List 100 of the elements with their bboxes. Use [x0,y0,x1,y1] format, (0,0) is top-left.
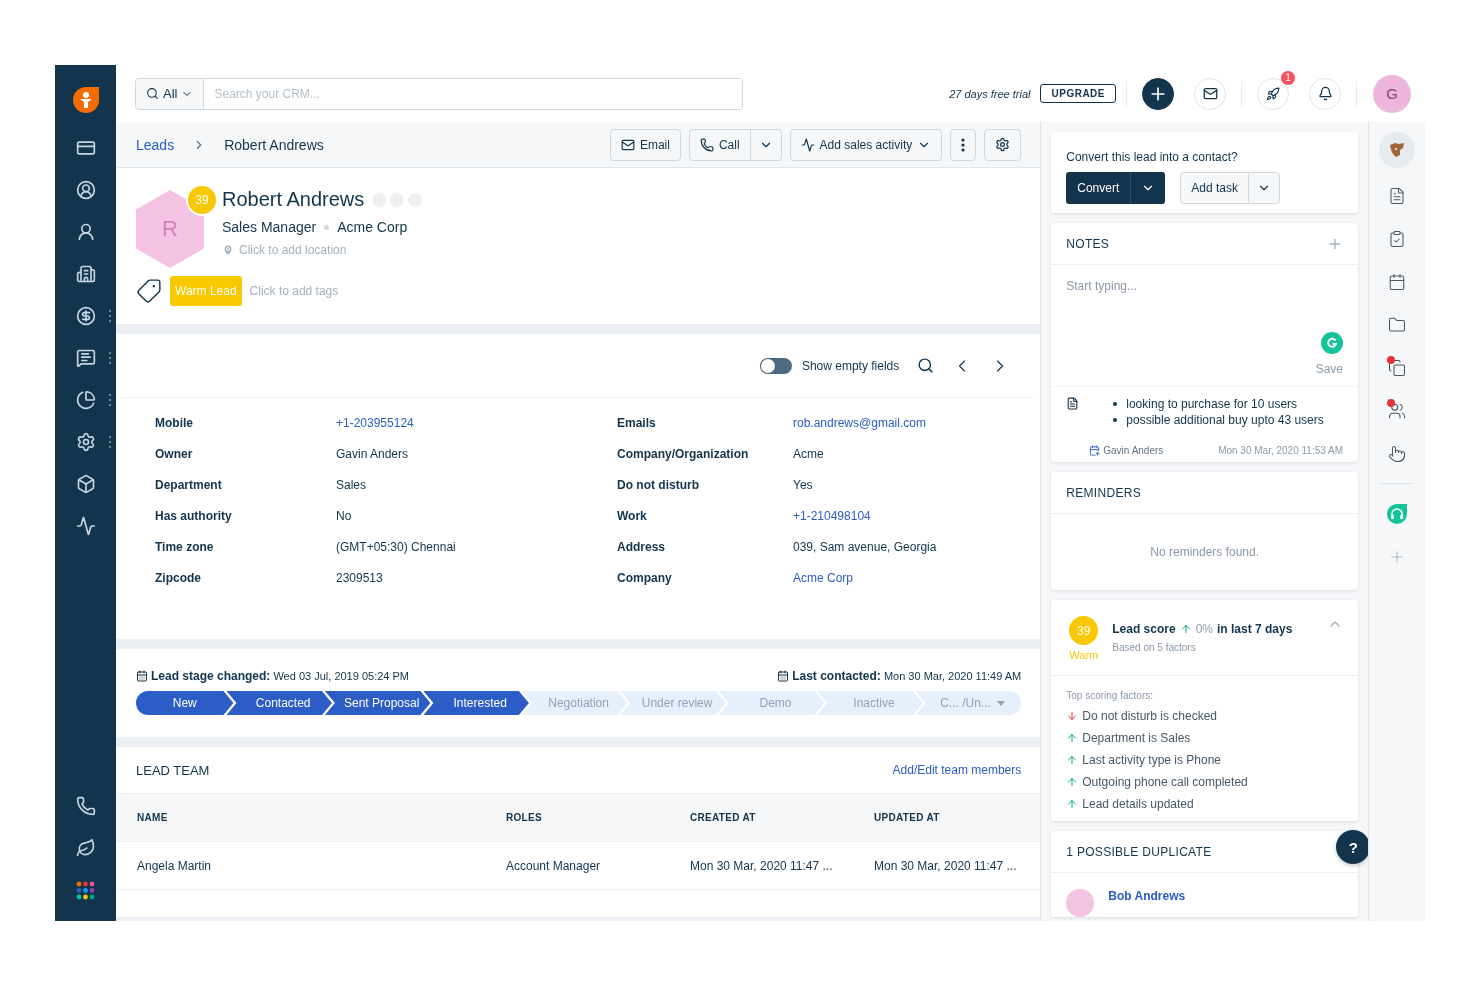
stage-step[interactable]: Contacted [226,691,332,715]
section-title: LEAD TEAM [136,762,210,778]
calendar-icon [136,670,148,682]
logo-icon[interactable] [71,86,100,114]
field-link[interactable]: Acme Corp [793,571,854,585]
arrow-up-icon [1066,754,1079,766]
field-label: Has authority [155,509,233,523]
settings-icon[interactable] [75,432,96,452]
field-value: Yes [793,478,813,492]
arrow-up-icon [1066,732,1079,744]
pet-icon[interactable] [1379,132,1415,168]
section-title: NOTES [1066,236,1110,251]
user-icon[interactable] [75,222,96,242]
stage-changed-text: Lead stage changed: Wed 03 Jul, 2019 05:24 PM [151,669,409,683]
stage-step[interactable]: Interested [423,691,529,715]
upgrade-button[interactable]: UPGRADE [1040,84,1116,103]
search-icon [146,87,159,100]
factor-text: Outgoing phone call completed [1082,775,1248,789]
pointer-icon[interactable] [1388,444,1406,463]
section-title: 1 POSSIBLE DUPLICATE [1066,844,1212,859]
field-value: Gavin Anders [336,447,409,461]
field-value: 2309513 [336,571,383,585]
field-link[interactable]: +1-210498104 [793,509,871,523]
bell-icon [1317,86,1333,101]
field-label: Time zone [155,540,215,554]
clipboard-check-icon[interactable] [1388,229,1406,248]
breadcrumb-link[interactable]: Leads [136,136,175,153]
settings-button[interactable] [984,128,1022,161]
chat-icon[interactable] [75,348,96,368]
field-label: Address [617,540,667,554]
column-header: UPDATED AT [874,812,941,823]
table-cell-text: Mon 30 Mar, 2020 11:47 ... [690,858,834,873]
search-icon[interactable] [917,357,935,374]
help-button[interactable]: ? [1336,830,1369,864]
convert-question: Convert this lead into a contact? [1066,150,1239,164]
stage-step[interactable]: New [136,691,234,715]
mail-button[interactable] [1194,77,1226,110]
mail-icon [620,137,635,152]
field-label: Mobile [155,416,194,430]
apps-grid-icon[interactable] [76,880,95,900]
field-label: Zipcode [155,571,202,585]
arrow-up-icon [1066,776,1079,788]
note-text: possible additional buy upto 43 users [1126,413,1324,427]
job-title: Sales Manager [222,219,317,235]
more-icon [961,137,966,152]
add-task-button[interactable]: Add task [1181,173,1248,203]
location-pin-icon [222,244,234,256]
calendar-icon [777,670,790,682]
card-icon[interactable] [75,138,96,158]
field-label: Company/Organization [617,447,750,461]
document-icon[interactable] [1388,186,1406,205]
score-badge: 39 [1069,616,1099,645]
note-text: looking to purchase for 10 users [1126,397,1298,411]
duplicate-link[interactable]: Bob Andrews [1108,889,1186,903]
company-name: Acme Corp [337,219,408,235]
rocket-icon [1266,86,1280,101]
score-basis: Based on 5 factors [1112,642,1197,653]
score-period: in last 7 days [1217,622,1293,636]
stage-step[interactable]: Sent Proposal [324,691,431,715]
score-badge: 39 [186,184,218,216]
phone-icon[interactable] [75,796,96,816]
convert-button[interactable]: Convert [1066,172,1131,204]
column-header: ROLES [506,812,543,823]
field-label: Department [155,478,223,492]
search-field[interactable]: All Search your CRM... [135,77,743,110]
cube-icon[interactable] [75,474,96,494]
factor-text: Department is Sales [1082,731,1191,745]
contact-icon[interactable] [75,180,96,200]
score-change: 0% [1195,622,1213,636]
activity-icon[interactable] [75,516,96,536]
user-avatar[interactable]: G [1373,74,1411,113]
scope-dropdown[interactable]: All [136,78,205,109]
notifications-button[interactable] [1309,77,1341,110]
note-time: Mon 30 Mar, 2020 11:53 AM [1218,445,1344,456]
edit-team-link[interactable]: Add/Edit team members [892,763,1022,777]
add-sales-activity-button[interactable]: Add sales activity [789,128,943,161]
lead-score-title: Lead score [1112,622,1176,636]
add-button[interactable] [1142,77,1174,110]
document-icon [1066,397,1080,410]
building-icon[interactable] [75,264,96,284]
dollar-icon[interactable] [75,306,96,326]
factors-title: Top scoring factors: [1066,690,1154,701]
score-label: Warm [1069,649,1099,661]
leaf-icon[interactable] [75,838,96,858]
show-empty-toggle[interactable] [759,357,792,374]
pie-chart-icon[interactable] [75,390,96,410]
field-value: 039, Sam avenue, Georgia [793,540,937,554]
phone-icon [699,137,714,152]
email-button[interactable]: Email [609,128,681,161]
note-author: Gavin Anders [1103,445,1164,456]
calendar-icon[interactable] [1388,272,1406,291]
field-link[interactable]: +1-203955124 [336,416,414,430]
tag-icon[interactable] [136,278,162,304]
field-link[interactable]: rob.andrews@gmail.com [793,416,926,430]
call-button[interactable]: Call [689,129,750,160]
table-cell-text: Angela Martin [137,858,213,873]
field-value: No [336,509,352,523]
section-title: REMINDERS [1066,485,1141,500]
folder-icon[interactable] [1388,315,1406,334]
arrow-up-icon [1179,623,1192,635]
